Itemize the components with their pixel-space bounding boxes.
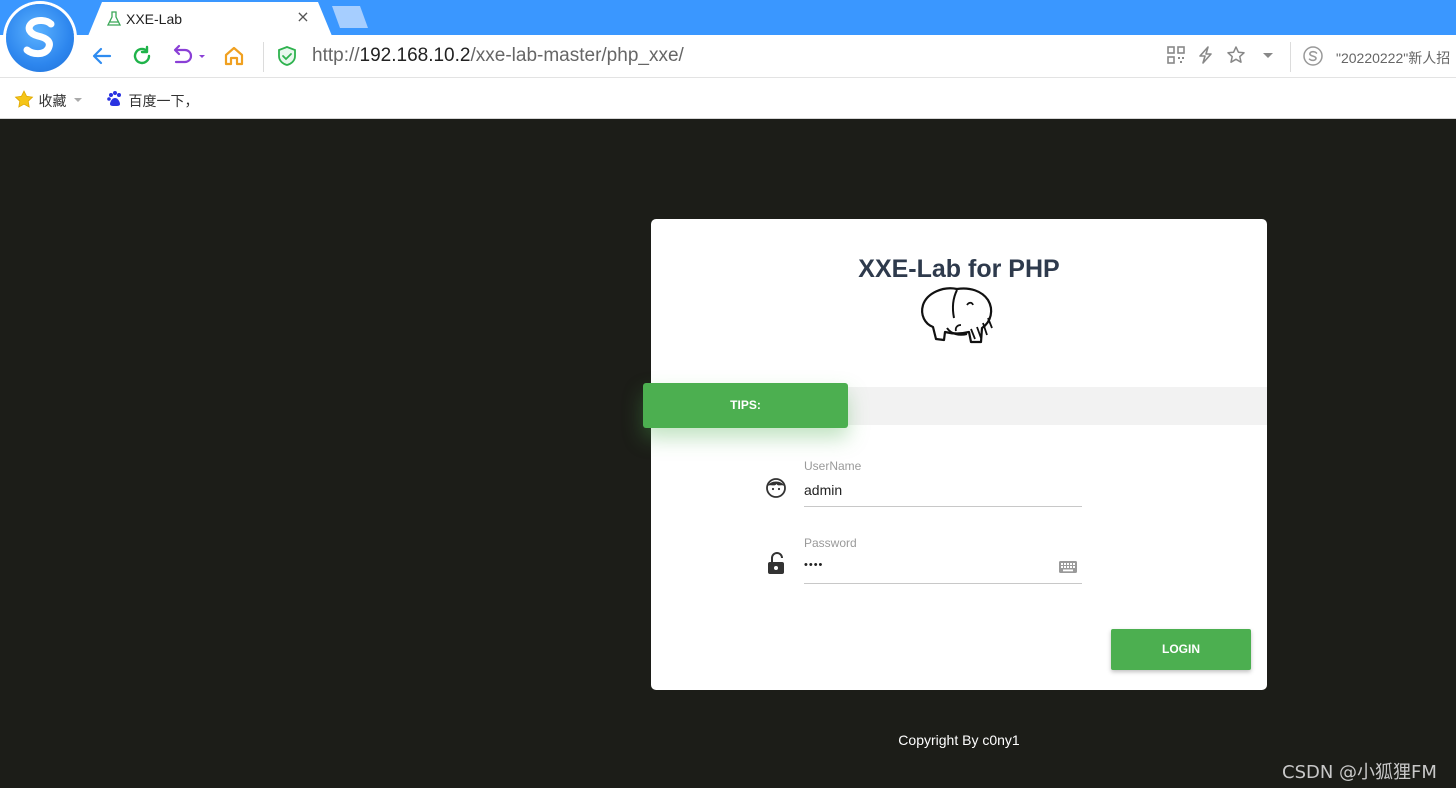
star-icon (14, 90, 38, 112)
refresh-icon[interactable] (130, 44, 154, 68)
toolbar-separator (1290, 42, 1291, 72)
lightning-icon[interactable] (1196, 45, 1216, 69)
user-face-icon (765, 477, 787, 503)
sogou-search-icon[interactable] (1302, 45, 1324, 71)
qr-code-icon[interactable] (1166, 45, 1186, 69)
username-input[interactable]: admin (804, 482, 1081, 504)
tips-button[interactable]: TIPS: (643, 383, 848, 428)
bookmark-baidu[interactable]: 百度一下， (106, 90, 198, 112)
username-underline (804, 506, 1082, 507)
browser-toolbar: http://192.168.10.2/xxe-lab-master/php_x… (0, 35, 1456, 78)
unlock-icon (766, 552, 788, 580)
new-tab-button[interactable] (332, 6, 368, 28)
search-box-hint[interactable]: "20220222"新人招 (1336, 48, 1450, 68)
username-label: UserName (804, 459, 862, 473)
flask-icon (106, 11, 122, 31)
toolbar-separator (263, 42, 264, 72)
undo-close-tab-icon[interactable] (170, 44, 205, 68)
bookmarks-bar: 收藏 百度一下， (0, 78, 1456, 119)
password-label: Password (804, 536, 857, 550)
php-elephant-icon (917, 285, 1001, 359)
login-button[interactable]: LOGIN (1111, 629, 1251, 670)
url-scheme: http:// (312, 45, 360, 66)
url-host: 192.168.10.2 (359, 45, 471, 66)
bookmark-favorites[interactable]: 收藏 (14, 90, 85, 112)
bookmark-label: 百度一下， (128, 94, 199, 110)
copyright-text: Copyright By c0ny1 (898, 732, 1020, 748)
chevron-down-icon[interactable] (1258, 45, 1278, 69)
csdn-watermark: CSDN @小狐狸FM (1282, 762, 1437, 783)
star-bookmark-icon[interactable] (1226, 45, 1246, 69)
page-title: XXE-Lab for PHP (858, 255, 1060, 283)
keyboard-icon[interactable] (1058, 559, 1078, 579)
security-shield-icon[interactable] (276, 45, 298, 71)
sogou-browser-logo-icon[interactable] (6, 4, 74, 72)
tab-xxe-lab[interactable]: XXE-Lab × (88, 2, 332, 36)
tab-close-icon[interactable]: × (294, 8, 312, 26)
address-bar-url[interactable]: http://192.168.10.2/xxe-lab-master/php_x… (312, 45, 684, 67)
baidu-paw-icon (106, 91, 128, 112)
password-input[interactable]: •••• (804, 559, 1054, 581)
login-card: XXE-Lab for PHP UserName admin Password … (651, 219, 1267, 690)
bookmark-label: 收藏 (38, 94, 67, 110)
browser-tab-bar: XXE-Lab × (0, 0, 1456, 36)
home-icon[interactable] (222, 44, 246, 68)
password-underline (804, 583, 1082, 584)
url-path: /xxe-lab-master/php_xxe/ (470, 45, 684, 66)
back-arrow-icon[interactable] (90, 44, 114, 68)
chevron-down-icon (71, 93, 85, 109)
tab-title: XXE-Lab (126, 11, 183, 27)
